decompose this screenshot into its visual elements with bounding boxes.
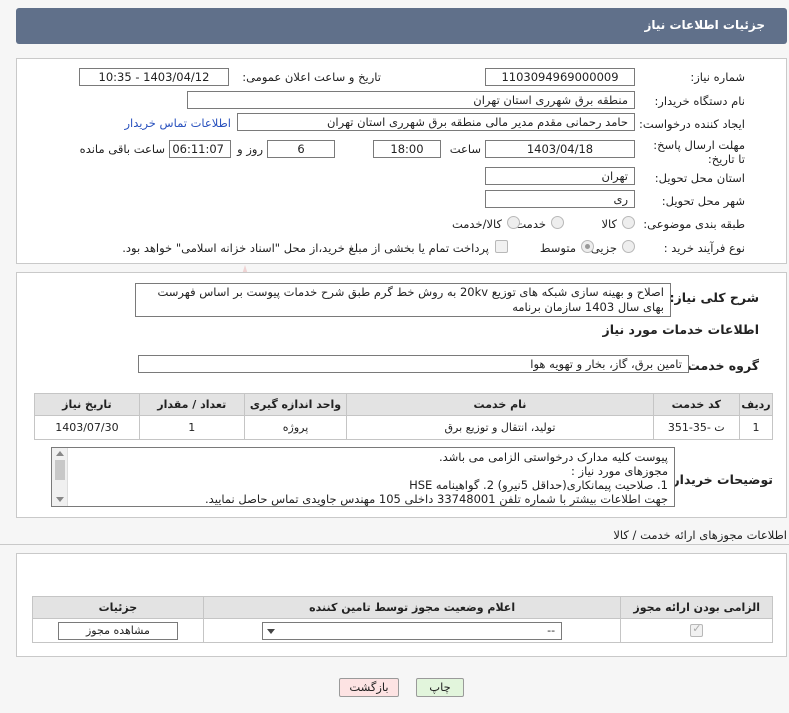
cell-unit: پروژه: [243, 415, 348, 440]
category-goods-service-label: کالا/خدمت: [451, 217, 502, 231]
scroll-thumb[interactable]: [54, 460, 65, 480]
process-label: نوع فرآیند خرید :: [663, 241, 745, 255]
category-radio-service[interactable]: [551, 216, 564, 229]
buyer-contact-link[interactable]: اطلاعات تماس خریدار: [124, 116, 231, 130]
services-table: ردیف کد خدمت نام خدمت واحد اندازه گیری ت…: [34, 393, 774, 440]
permits-title-text: اطلاعات مجوزهای ارائه خدمت / کالا: [613, 528, 787, 542]
page-title: جزئیات اطلاعات نیاز: [644, 18, 765, 32]
buyer-org-field: منطقه برق شهرری استان تهران: [187, 91, 635, 109]
category-goods-label: کالا: [601, 217, 617, 231]
treasury-payment-checkbox[interactable]: [495, 240, 508, 253]
permit-status-value: --: [547, 623, 556, 637]
summary-label: شرح کلی نیاز:: [669, 290, 759, 305]
requester-field: حامد رحمانی مقدم مدیر مالی منطقه برق شهر…: [237, 113, 635, 131]
deadline-date-field: 1403/04/18: [485, 140, 635, 158]
process-medium-label: متوسط: [539, 241, 576, 255]
col-service-code: کد خدمت: [652, 393, 740, 416]
remaining-label: ساعت باقی مانده: [79, 142, 165, 156]
need-number-field: 1103094969000009: [485, 68, 635, 86]
process-radio-minor[interactable]: [622, 240, 635, 253]
buyer-notes-label: توضیحات خریدار:: [667, 472, 773, 487]
cell-permit-required: ✓: [620, 618, 773, 643]
permit-required-checkbox: ✓: [690, 622, 704, 638]
payment-note: پرداخت تمام یا بخشی از مبلغ خرید،از محل …: [122, 241, 489, 255]
notes-line-3: 1. صلاحیت پیمانکاری(حداقل 5نیرو) 2. گواه…: [409, 478, 668, 492]
scroll-up-arrow-icon[interactable]: [55, 451, 64, 456]
services-table-header: ردیف کد خدمت نام خدمت واحد اندازه گیری ت…: [34, 393, 774, 416]
notes-line-2: مجوزهای مورد نیاز :: [571, 464, 668, 478]
days-label: روز و: [237, 142, 263, 156]
permits-section-title: اطلاعات مجوزهای ارائه خدمت / کالا: [0, 527, 789, 545]
cell-service-name: تولید، انتقال و توزیع برق: [346, 415, 654, 440]
col-unit: واحد اندازه گیری: [243, 393, 348, 416]
notes-line-4: جهت اطلاعات بیشتر با شماره تلفن 33748001…: [205, 492, 668, 506]
services-section-title: اطلاعات خدمات مورد نیاز: [602, 322, 760, 337]
service-group-field: تامین برق، گاز، بخار و تهویه هوا: [138, 355, 689, 373]
page-header: جزئیات اطلاعات نیاز: [16, 8, 787, 44]
col-row: ردیف: [738, 393, 774, 416]
category-service-label: خدمت: [515, 217, 546, 231]
scroll-down-arrow-icon[interactable]: [55, 497, 64, 502]
permits-table: الزامی بودن ارائه مجوز اعلام وضعیت مجوز …: [32, 596, 773, 643]
buyer-org-label: نام دستگاه خریدار:: [654, 94, 745, 108]
category-radio-goods-service[interactable]: [507, 216, 520, 229]
deadline-time-field: 18:00: [373, 140, 441, 158]
table-row: 1 ت -35-351 تولید، انتقال و توزیع برق پر…: [34, 415, 774, 440]
cell-service-code: ت -35-351: [652, 415, 740, 440]
category-radio-goods[interactable]: [622, 216, 635, 229]
col-need-date: تاریخ نیاز: [34, 393, 140, 416]
city-field: ری: [485, 190, 635, 208]
permits-table-header: الزامی بودن ارائه مجوز اعلام وضعیت مجوز …: [32, 596, 773, 619]
back-button[interactable]: بازگشت: [339, 678, 399, 697]
need-number-label: شماره نیاز:: [690, 70, 745, 84]
category-label: طبقه بندی موضوعی:: [643, 217, 745, 231]
province-label: استان محل تحویل:: [654, 171, 745, 185]
col-permit-details: جزئیات: [32, 596, 204, 619]
remaining-time-field: 06:11:07: [169, 140, 231, 158]
cell-quantity: 1: [138, 415, 245, 440]
cell-need-date: 1403/07/30: [34, 415, 140, 440]
remaining-days-field: 6: [267, 140, 335, 158]
col-quantity: تعداد / مقدار: [138, 393, 245, 416]
cell-permit-status: --: [202, 618, 622, 643]
service-group-label: گروه خدمت:: [682, 358, 759, 373]
col-permit-status: اعلام وضعیت مجوز توسط تامین کننده: [202, 596, 622, 619]
notes-scrollbar[interactable]: [52, 448, 68, 506]
table-row: ✓ -- مشاهده مجوز: [32, 618, 773, 643]
print-button[interactable]: چاپ: [416, 678, 464, 697]
chevron-down-icon: [267, 628, 276, 634]
col-permit-required: الزامی بودن ارائه مجوز: [620, 596, 773, 619]
process-minor-label: جزیی: [590, 241, 617, 255]
notes-line-1: پیوست کلیه مدارک درخواستی الزامی می باشد…: [438, 450, 668, 464]
buyer-notes-textarea: پیوست کلیه مدارک درخواستی الزامی می باشد…: [51, 447, 675, 507]
announce-label: تاریخ و ساعت اعلان عمومی:: [242, 70, 381, 84]
process-radio-medium[interactable]: [581, 240, 594, 253]
deadline-label: مهلت ارسال پاسخ: تا تاریخ:: [653, 138, 745, 166]
cell-permit-details: مشاهده مجوز: [32, 618, 204, 643]
permit-status-select[interactable]: --: [262, 621, 563, 640]
cell-row: 1: [738, 415, 774, 440]
checkmark-icon: ✓: [692, 622, 702, 636]
province-field: تهران: [485, 167, 635, 185]
announce-field: 1403/04/12 - 10:35: [79, 68, 229, 86]
city-label: شهر محل تحویل:: [661, 194, 745, 208]
deadline-time-label: ساعت: [449, 142, 481, 156]
summary-textarea: اصلاح و بهینه سازی شبکه های توزیع 20kv ب…: [135, 283, 671, 317]
view-permit-button[interactable]: مشاهده مجوز: [57, 621, 178, 640]
col-service-name: نام خدمت: [346, 393, 654, 416]
requester-label: ایجاد کننده درخواست:: [639, 117, 745, 131]
